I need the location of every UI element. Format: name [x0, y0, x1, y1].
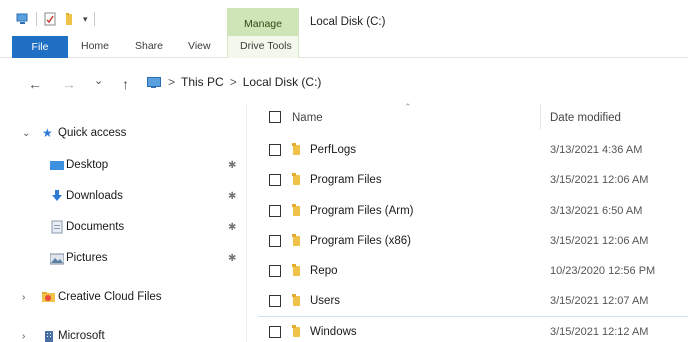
- nav-item-creative-cloud-files[interactable]: › Creative Cloud Files: [0, 286, 246, 310]
- building-icon: [43, 330, 57, 342]
- file-row-perflogs[interactable]: PerfLogs 3/13/2021 4:36 AM: [258, 135, 688, 165]
- row-checkbox[interactable]: [269, 235, 281, 247]
- nav-downloads-label: Downloads: [66, 190, 123, 202]
- column-header-name[interactable]: Name: [292, 112, 323, 124]
- file-date: 3/13/2021 6:50 AM: [550, 205, 643, 217]
- this-pc-icon[interactable]: [16, 12, 30, 26]
- folder-icon: [292, 173, 300, 185]
- properties-icon[interactable]: [43, 12, 57, 26]
- column-header-row: ⌃ Name Date modified: [258, 102, 688, 130]
- breadcrumb-separator[interactable]: >: [168, 75, 175, 89]
- select-all-checkbox[interactable]: [269, 111, 281, 123]
- row-checkbox[interactable]: [269, 174, 281, 186]
- breadcrumb-this-pc[interactable]: This PC: [181, 75, 224, 89]
- file-name: PerfLogs: [310, 144, 357, 156]
- file-row-program-files-x86[interactable]: Program Files (x86) 3/15/2021 12:06 AM: [258, 226, 688, 256]
- row-checkbox[interactable]: [269, 265, 281, 277]
- nav-quick-access[interactable]: ⌄ ★ Quick access: [0, 122, 246, 146]
- downloads-icon: [50, 190, 64, 202]
- tab-home[interactable]: Home: [81, 40, 109, 52]
- file-name: Windows: [310, 326, 357, 338]
- pin-icon[interactable]: ✱: [228, 222, 236, 233]
- tab-share[interactable]: Share: [135, 40, 163, 52]
- window-title: Local Disk (C:): [310, 16, 386, 28]
- file-date: 3/13/2021 4:36 AM: [550, 144, 643, 156]
- folder-icon: [292, 294, 300, 306]
- pin-icon[interactable]: ✱: [228, 253, 236, 264]
- file-name: Program Files: [310, 174, 382, 186]
- star-icon: ★: [42, 126, 53, 140]
- address-bar[interactable]: > This PC > Local Disk (C:): [146, 75, 321, 89]
- file-row-windows[interactable]: Windows 3/15/2021 12:12 AM: [258, 316, 688, 342]
- nav-pictures-label: Pictures: [66, 252, 108, 264]
- breadcrumb-separator[interactable]: >: [230, 75, 237, 89]
- sort-caret-icon: ⌃: [404, 102, 412, 112]
- nav-documents-label: Documents: [66, 221, 125, 233]
- file-date: 3/15/2021 12:06 AM: [550, 235, 649, 247]
- creative-cloud-folder-icon: [42, 291, 56, 303]
- qat-customize-dropdown[interactable]: ▾: [83, 14, 88, 25]
- file-row-program-files[interactable]: Program Files 3/15/2021 12:06 AM: [258, 165, 688, 195]
- up-button[interactable]: ↑: [122, 76, 129, 92]
- back-button[interactable]: ←: [28, 76, 42, 92]
- nav-microsoft-label: Microsoft: [58, 330, 105, 342]
- file-date: 3/15/2021 12:06 AM: [550, 174, 649, 186]
- qat-divider: [36, 12, 37, 26]
- pin-icon[interactable]: ✱: [228, 191, 236, 202]
- file-date: 3/15/2021 12:07 AM: [550, 295, 649, 307]
- file-date: 10/23/2020 12:56 PM: [550, 265, 656, 277]
- folder-icon: [292, 264, 300, 276]
- nav-item-desktop[interactable]: Desktop ✱: [0, 154, 246, 178]
- file-name: Users: [310, 295, 341, 307]
- file-name: Program Files (x86): [310, 235, 411, 247]
- expand-chevron-icon[interactable]: ⌄: [22, 128, 30, 139]
- breadcrumb-local-disk[interactable]: Local Disk (C:): [243, 75, 322, 89]
- row-checkbox[interactable]: [269, 144, 281, 156]
- column-header-date-modified[interactable]: Date modified: [550, 112, 621, 124]
- file-name: Repo: [310, 265, 338, 277]
- quick-access-toolbar: ▾: [16, 12, 95, 26]
- file-row-repo[interactable]: Repo 10/23/2020 12:56 PM: [258, 256, 688, 286]
- pane-divider[interactable]: [246, 104, 247, 342]
- nav-item-downloads[interactable]: Downloads ✱: [0, 185, 246, 209]
- qat-divider-2: [93, 12, 95, 26]
- forward-button[interactable]: →: [62, 76, 76, 92]
- file-name: Program Files (Arm): [310, 205, 414, 217]
- row-checkbox[interactable]: [269, 205, 281, 217]
- nav-item-documents[interactable]: Documents ✱: [0, 216, 246, 240]
- nav-item-microsoft[interactable]: › Microsoft: [0, 325, 246, 342]
- row-checkbox[interactable]: [269, 326, 281, 338]
- column-divider[interactable]: [540, 104, 541, 130]
- nav-desktop-label: Desktop: [66, 159, 109, 171]
- desktop-icon: [50, 160, 64, 172]
- expand-chevron-icon[interactable]: ›: [22, 292, 25, 303]
- folder-icon: [292, 204, 300, 216]
- tab-view[interactable]: View: [188, 40, 211, 52]
- pin-icon[interactable]: ✱: [228, 160, 236, 171]
- nav-item-pictures[interactable]: Pictures ✱: [0, 247, 246, 271]
- tab-file[interactable]: File: [12, 36, 68, 58]
- folder-icon: [292, 325, 300, 337]
- this-pc-icon: [146, 76, 162, 89]
- recent-locations-button[interactable]: ⌄: [94, 74, 103, 87]
- file-row-program-files-arm[interactable]: Program Files (Arm) 3/13/2021 6:50 AM: [258, 196, 688, 226]
- pictures-icon: [49, 253, 65, 265]
- nav-creative-cloud-label: Creative Cloud Files: [58, 291, 162, 303]
- file-date: 3/15/2021 12:12 AM: [550, 326, 649, 338]
- file-row-users[interactable]: Users 3/15/2021 12:07 AM: [258, 286, 688, 316]
- manage-context-label: Manage: [244, 18, 282, 30]
- row-checkbox[interactable]: [269, 295, 281, 307]
- folder-icon: [292, 234, 300, 246]
- nav-quick-access-label: Quick access: [58, 127, 127, 139]
- documents-icon: [51, 220, 65, 234]
- tab-drive-tools[interactable]: Drive Tools: [240, 40, 292, 52]
- folder-icon: [292, 143, 300, 155]
- expand-chevron-icon[interactable]: ›: [22, 331, 25, 342]
- new-folder-icon[interactable]: [63, 12, 77, 26]
